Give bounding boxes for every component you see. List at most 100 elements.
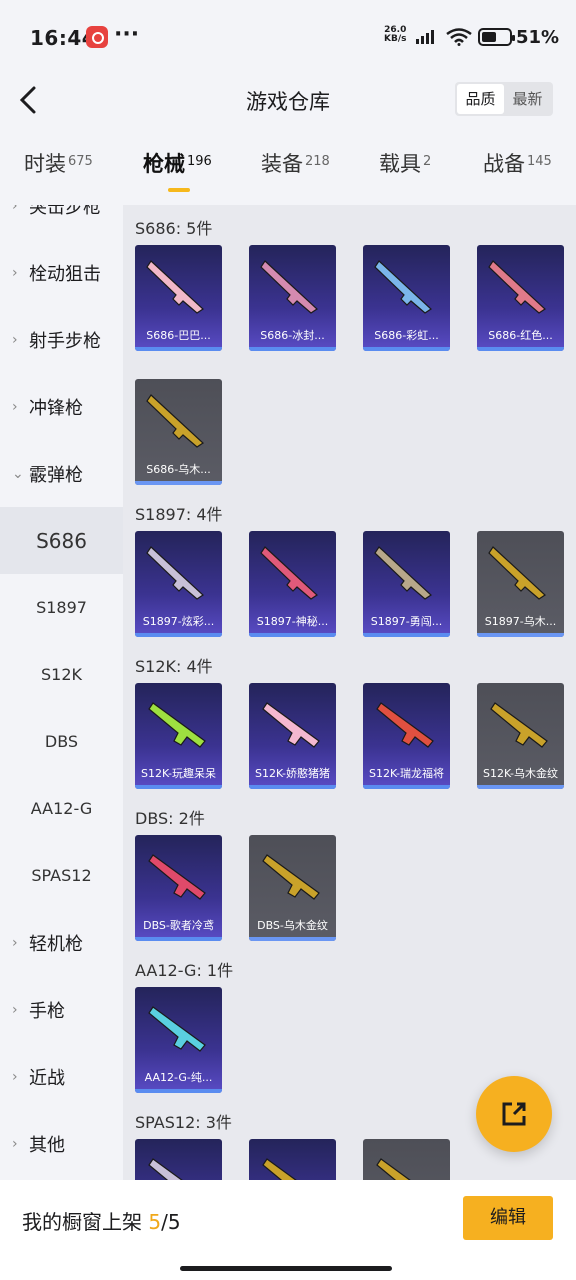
section-title: SPAS12: 3件 — [135, 1113, 232, 1132]
chevron-right-icon: › — [12, 205, 18, 214]
rarity-strip — [249, 937, 336, 941]
weapon-image — [376, 1158, 411, 1180]
skin-name: S686-彩虹... — [374, 329, 439, 342]
weapon-image — [374, 546, 432, 600]
tab-equipment[interactable]: 装备 218 — [261, 148, 330, 178]
edit-button[interactable]: 编辑 — [463, 1196, 553, 1240]
weapon-type-sidebar: › 突击步枪 › 栓动狙击 › 射手步枪 › 冲锋枪 ⌄ 霰弹枪 S686 S1897 S… — [0, 205, 123, 1180]
skin-card[interactable] — [135, 1139, 222, 1180]
status-bar: 16:44 ··· 26.0 KB/s 51% — [0, 0, 576, 74]
sort-quality-button[interactable]: 品质 — [457, 84, 504, 114]
sidebar-sub-dbs[interactable]: DBS — [0, 708, 123, 775]
weapon-image — [260, 546, 318, 600]
rarity-strip — [477, 347, 564, 351]
skin-card[interactable]: S12K-玩趣呆呆 — [135, 683, 222, 789]
skin-card[interactable]: S12K-娇憨猪猪 — [249, 683, 336, 789]
skin-card[interactable]: S1897-勇闯... — [363, 531, 450, 637]
showcase-count: 我的橱窗上架 5/5 — [22, 1210, 181, 1234]
rarity-strip — [135, 937, 222, 941]
sidebar-item-pistol[interactable]: › 手枪 — [0, 976, 123, 1043]
tab-vehicles[interactable]: 载具 2 — [379, 148, 431, 178]
chevron-right-icon: › — [12, 934, 18, 951]
skin-name: S1897-乌木... — [484, 615, 557, 628]
chevron-right-icon: › — [12, 1001, 18, 1018]
skin-name: S686-巴巴... — [146, 329, 211, 342]
skin-name: S12K-娇憨猪猪 — [254, 767, 330, 780]
weapon-image — [376, 702, 434, 748]
rarity-strip — [477, 633, 564, 637]
skin-name: S12K-玩趣呆呆 — [140, 767, 216, 780]
skin-card[interactable]: DBS-乌木金纹 — [249, 835, 336, 941]
sidebar-sub-spas12[interactable]: SPAS12 — [0, 842, 123, 909]
weapon-image — [262, 1158, 297, 1180]
sort-latest-button[interactable]: 最新 — [504, 84, 551, 114]
skin-card[interactable] — [363, 1139, 450, 1180]
weapon-image — [148, 702, 206, 748]
skin-name: S12K-乌木金纹 — [482, 767, 558, 780]
rarity-strip — [363, 785, 450, 789]
skin-card[interactable]: S686-红色... — [477, 245, 564, 351]
skin-card[interactable]: S12K-瑞龙福将 — [363, 683, 450, 789]
sidebar-item-lmg[interactable]: › 轻机枪 — [0, 909, 123, 976]
skin-card[interactable]: S1897-神秘... — [249, 531, 336, 637]
sort-toggle: 品质 最新 — [455, 82, 553, 116]
active-tab-indicator — [168, 188, 190, 192]
sidebar-sub-aa12g[interactable]: AA12-G — [0, 775, 123, 842]
rarity-strip — [249, 785, 336, 789]
rarity-strip — [135, 347, 222, 351]
skin-card[interactable]: S686-冰封... — [249, 245, 336, 351]
rarity-strip — [363, 347, 450, 351]
skin-card[interactable]: DBS-歌者冷鸢 — [135, 835, 222, 941]
sidebar-item-melee[interactable]: › 近战 — [0, 1043, 123, 1110]
section-title: S12K: 4件 — [135, 657, 213, 676]
sidebar-item-bolt-sniper[interactable]: › 栓动狙击 — [0, 239, 123, 306]
section-title: DBS: 2件 — [135, 809, 205, 828]
tab-battle-prep[interactable]: 战备 145 — [483, 148, 552, 178]
battery-icon — [478, 28, 515, 46]
rarity-strip — [135, 785, 222, 789]
share-button[interactable] — [476, 1076, 552, 1152]
sidebar-item-other[interactable]: › 其他 — [0, 1110, 123, 1177]
rarity-strip — [249, 347, 336, 351]
sidebar-sub-s12k[interactable]: S12K — [0, 641, 123, 708]
weapon-image — [148, 1006, 206, 1052]
skin-name: S1897-炫彩... — [142, 615, 215, 628]
skin-card[interactable]: S1897-乌木... — [477, 531, 564, 637]
home-indicator — [180, 1266, 392, 1271]
skin-name: S686-乌木... — [146, 463, 211, 476]
tab-fashion[interactable]: 时装 675 — [24, 148, 93, 178]
sidebar-sub-s686[interactable]: S686 — [0, 507, 123, 574]
sidebar-item-assault-rifle[interactable]: › 突击步枪 — [0, 205, 123, 239]
weapon-image — [146, 260, 204, 314]
skin-card[interactable]: S12K-乌木金纹 — [477, 683, 564, 789]
rarity-strip — [477, 785, 564, 789]
skin-card[interactable]: S686-乌木... — [135, 379, 222, 485]
skin-card[interactable]: S686-巴巴... — [135, 245, 222, 351]
skin-card[interactable]: AA12-G-纯... — [135, 987, 222, 1093]
weapon-image — [374, 260, 432, 314]
section-title: AA12-G: 1件 — [135, 961, 234, 980]
skin-grid: S686: 5件 S686-巴巴... S686-冰封... S686-彩虹... S6… — [123, 205, 576, 1180]
chevron-right-icon: › — [12, 264, 18, 281]
rarity-strip — [135, 633, 222, 637]
sidebar-item-smg[interactable]: › 冲锋枪 — [0, 373, 123, 440]
skin-name: AA12-G-纯... — [144, 1071, 213, 1084]
weapon-image — [260, 260, 318, 314]
skin-card[interactable]: S1897-炫彩... — [135, 531, 222, 637]
chevron-right-icon: › — [12, 331, 18, 348]
chevron-right-icon: › — [12, 1068, 18, 1085]
sidebar-item-marksman[interactable]: › 射手步枪 — [0, 306, 123, 373]
skin-card[interactable] — [249, 1139, 336, 1180]
rarity-strip — [135, 1089, 222, 1093]
weapon-image — [490, 702, 548, 748]
weapon-image — [262, 854, 320, 900]
sidebar-item-shotgun[interactable]: ⌄ 霰弹枪 — [0, 440, 123, 507]
section-title: S686: 5件 — [135, 219, 213, 238]
sidebar-sub-s1897[interactable]: S1897 — [0, 574, 123, 641]
rarity-strip — [135, 481, 222, 485]
skin-card[interactable]: S686-彩虹... — [363, 245, 450, 351]
chevron-down-icon: ⌄ — [12, 465, 24, 482]
share-icon — [502, 1102, 526, 1126]
netease-music-icon — [86, 26, 108, 48]
tab-firearms[interactable]: 枪械 196 — [143, 148, 212, 178]
